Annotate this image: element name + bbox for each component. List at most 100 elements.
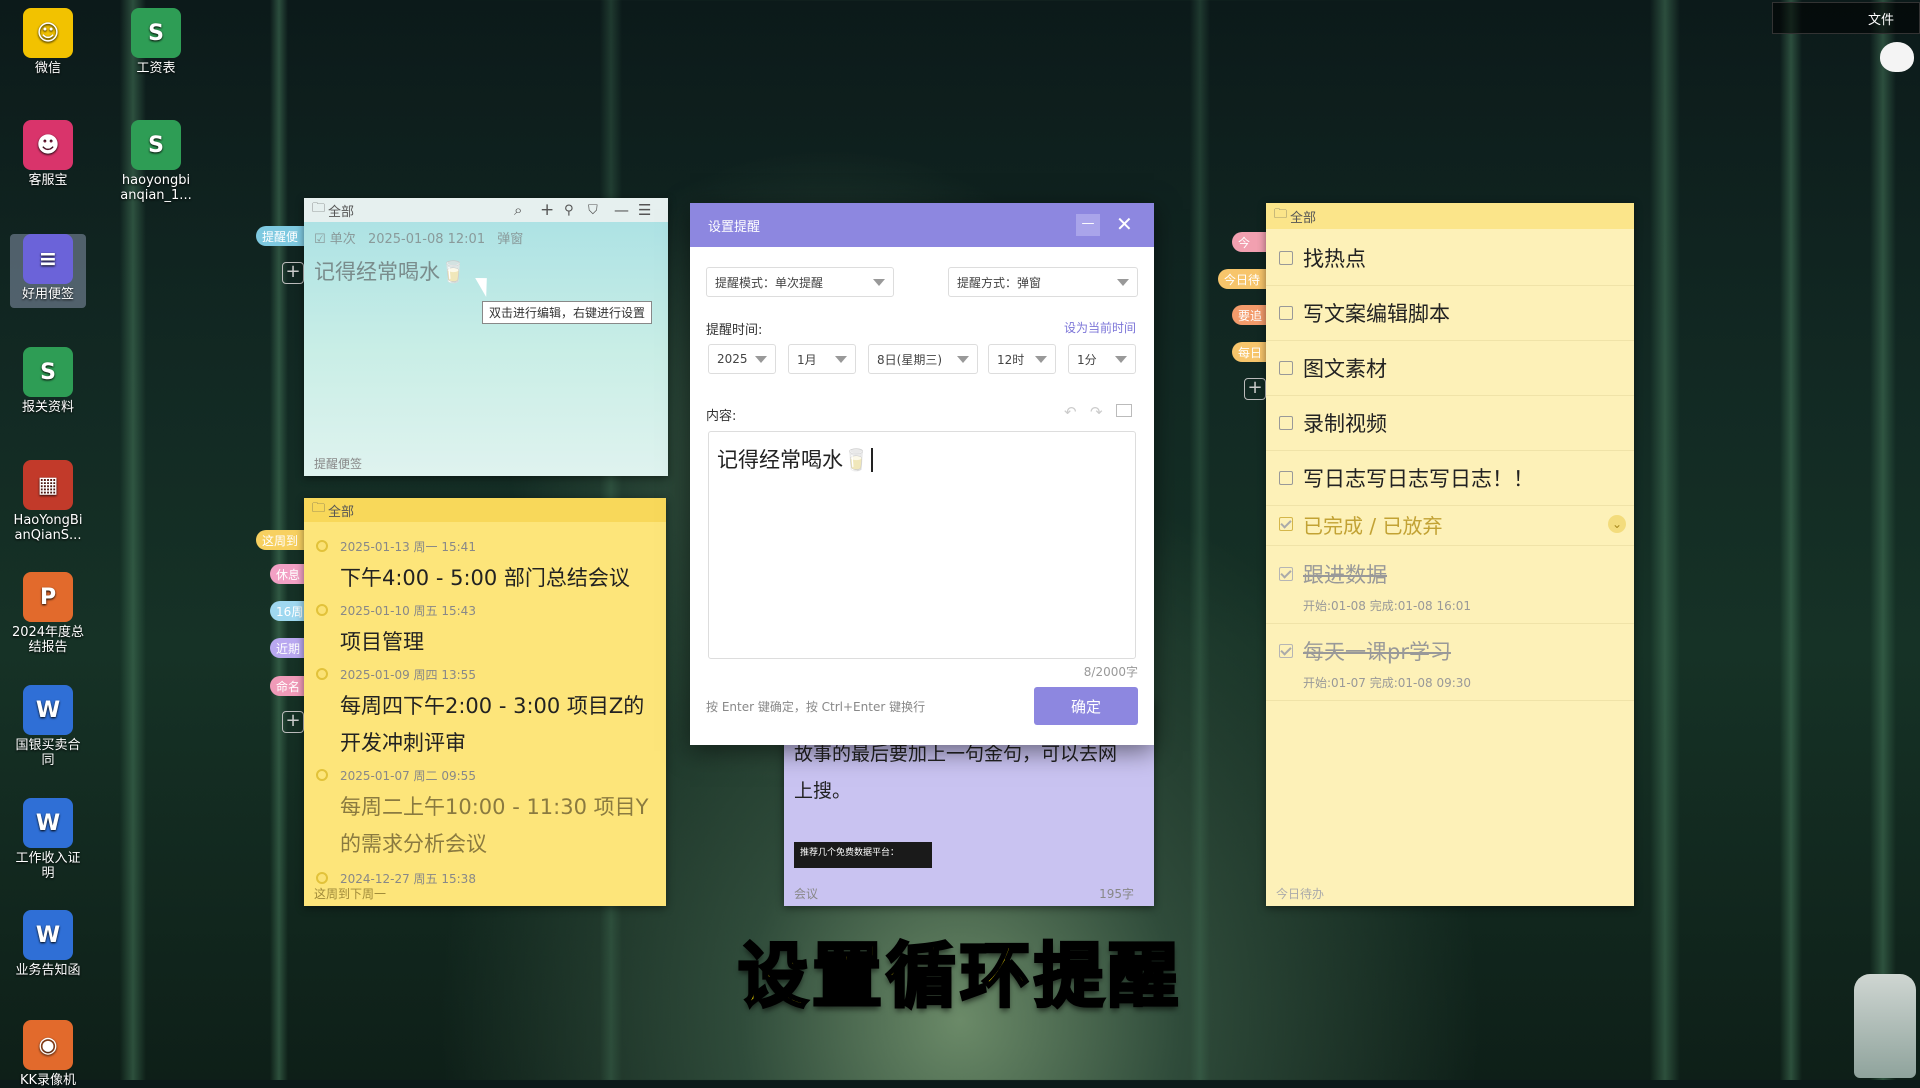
desktop-icon[interactable]: ▦ HaoYongBianQianS... (10, 460, 86, 543)
confirm-button[interactable]: 确定 (1034, 687, 1138, 725)
todo-item[interactable]: 录制视频 (1266, 396, 1634, 451)
content-textarea[interactable]: 记得经常喝水🥛 (708, 431, 1136, 659)
folder-label[interactable]: 全部 (328, 201, 354, 220)
todo-note[interactable]: 🗀 全部 找热点写文案编辑脚本图文素材 录制视频写日志写日志写日志！！ 已完成 /… (1266, 203, 1634, 906)
done-item-meta: 开始:01-07 完成:01-08 09:30 (1303, 676, 1472, 690)
todo-item[interactable]: 找热点 (1266, 231, 1634, 286)
set-now-link[interactable]: 设为当前时间 (1064, 319, 1136, 336)
undo-icon[interactable]: ↶ (1064, 403, 1077, 421)
image-icon[interactable] (1116, 404, 1132, 417)
desktop-icon[interactable]: ☺ 微信 (10, 8, 86, 76)
note-footer-left: 会议 (794, 887, 819, 901)
close-button[interactable]: ✕ (1116, 212, 1133, 236)
todo-label: 写日志写日志写日志！！ (1303, 467, 1534, 491)
checkbox[interactable] (1279, 361, 1293, 375)
minimize-button[interactable]: — (1076, 214, 1100, 236)
event-text[interactable]: 项目管理 (340, 624, 660, 661)
done-item[interactable]: 每天一课pr学习 开始:01-07 完成:01-08 09:30 (1266, 624, 1634, 701)
folder-icon: 🗀 (312, 501, 326, 516)
app-icon: S (131, 8, 181, 58)
desktop-icon-label: KK录像机 (19, 1073, 77, 1088)
desktop-icon[interactable]: S 工资表 (118, 8, 194, 76)
desktop-icon[interactable]: ◉ KK录像机 (10, 1020, 86, 1088)
event-text[interactable]: 每周四下午2:00 - 3:00 项目Z的开发冲刺评审 (340, 688, 660, 762)
mode-select[interactable]: 提醒模式：单次提醒 (706, 267, 894, 297)
cat-avatar-icon[interactable] (1880, 42, 1914, 72)
checkbox[interactable] (1279, 416, 1293, 430)
note-content[interactable]: 记得经常喝水🥛 (314, 256, 466, 286)
checkbox[interactable] (1279, 567, 1293, 581)
desktop-icon-label: 国银买卖合同 (15, 738, 81, 768)
calendar-note[interactable]: 🗀 全部 2025-01-13 周一 15:41 下午4:00 - 5:00 部门… (304, 498, 666, 906)
todo-item[interactable]: 写文案编辑脚本 (1266, 286, 1634, 341)
day-select[interactable]: 8日(星期三) (868, 344, 978, 374)
hour-select[interactable]: 12时 (988, 344, 1056, 374)
todo-item[interactable]: 图文素材 (1266, 341, 1634, 396)
todo-item[interactable]: 写日志写日志写日志！！ (1266, 451, 1634, 506)
checkbox[interactable] (1279, 471, 1293, 485)
desktop-icon[interactable]: W 工作收入证明 (10, 798, 86, 881)
app-icon: W (23, 798, 73, 848)
note-thumbnail[interactable]: 推荐几个免费数据平台： (794, 842, 932, 868)
meta-type: 单次 (329, 232, 356, 247)
pin-icon[interactable]: ⚲ (564, 203, 574, 218)
note-footer-right: 195字 (1099, 887, 1134, 901)
skin-icon[interactable]: ⛉ (588, 203, 598, 218)
hint-text: 按 Enter 键确定，按 Ctrl+Enter 键换行 (706, 700, 926, 714)
checkbox[interactable] (1279, 306, 1293, 320)
desktop-icon[interactable]: ≡ 好用便签 (10, 234, 86, 308)
folder-label[interactable]: 全部 (328, 501, 354, 520)
app-icon: ☺ (23, 8, 73, 58)
event-dot-icon[interactable] (316, 668, 328, 680)
desktop-icon-label: 工作收入证明 (15, 851, 81, 881)
folder-label[interactable]: 全部 (1290, 207, 1316, 226)
desktop-icon-label: 客服宝 (28, 173, 68, 188)
chevron-down-icon[interactable]: ⌄ (1608, 515, 1626, 533)
bamboo-stalk (1780, 0, 1802, 1080)
char-counter: 8/2000字 (1083, 665, 1138, 679)
side-tag[interactable]: 这周到 (256, 530, 308, 550)
desktop-icon-label: haoyongbianqian_1... (120, 173, 192, 203)
checkbox[interactable] (1279, 644, 1293, 658)
menu-icon[interactable]: ☰ (638, 201, 651, 219)
done-item-body: 跟进数据 开始:01-08 完成:01-08 16:01 (1303, 559, 1471, 614)
desktop-icon[interactable]: ☻ 客服宝 (10, 120, 86, 188)
desktop-icon-label: 工资表 (136, 61, 176, 76)
method-select[interactable]: 提醒方式：弹窗 (948, 267, 1138, 297)
checkbox[interactable] (1279, 251, 1293, 265)
file-label[interactable]: 文件 (1868, 9, 1894, 28)
event-dot-icon[interactable] (316, 540, 328, 552)
done-item[interactable]: 跟进数据 开始:01-08 完成:01-08 16:01 (1266, 547, 1634, 624)
desktop-icon[interactable]: Shaoyongbianqian_1... (118, 120, 194, 203)
note-text[interactable]: 故事的最后要加上一句金句，可以去网上搜。 (794, 736, 1134, 810)
redo-icon[interactable]: ↷ (1090, 403, 1103, 421)
year-select[interactable]: 2025 (708, 344, 776, 374)
mascot-trash-icon[interactable] (1854, 974, 1916, 1078)
done-header[interactable]: 已完成 / 已放弃 ⌄ (1266, 503, 1634, 546)
event-text[interactable]: 下午4:00 - 5:00 部门总结会议 (340, 560, 660, 597)
desktop-icon[interactable]: W 国银买卖合同 (10, 685, 86, 768)
event-date: 2025-01-07 周二 09:55 (340, 769, 476, 783)
event-text[interactable]: 每周二上午10:00 - 11:30 项目Y的需求分析会议 (340, 789, 660, 863)
minimize-icon[interactable]: — (614, 201, 629, 219)
desktop-icon-label: HaoYongBianQianS... (13, 513, 83, 543)
add-note-icon[interactable]: + (282, 711, 304, 733)
note-header: 🗀 全部 (1266, 203, 1634, 229)
minute-select[interactable]: 1分 (1068, 344, 1136, 374)
desktop-icon[interactable]: S 报关资料 (10, 347, 86, 415)
event-dot-icon[interactable] (316, 872, 328, 884)
event-dot-icon[interactable] (316, 604, 328, 616)
add-note-icon[interactable]: + (1244, 378, 1266, 400)
todo-label: 写文案编辑脚本 (1303, 302, 1450, 326)
reminder-note[interactable]: 🗀 全部 ⌕ + ⚲ ⛉ — ☰ ☑ 单次 2025-01-08 12:01 弹… (304, 198, 668, 476)
event-dot-icon[interactable] (316, 769, 328, 781)
add-icon[interactable]: + (540, 200, 554, 220)
search-icon[interactable]: ⌕ (514, 201, 522, 219)
done-checkbox-icon (1279, 517, 1293, 531)
add-note-icon[interactable]: + (282, 262, 304, 284)
desktop-icon[interactable]: P 2024年度总结报告 (10, 572, 86, 655)
app-icon: ◉ (23, 1020, 73, 1070)
month-select[interactable]: 1月 (788, 344, 856, 374)
app-icon: ☻ (23, 120, 73, 170)
dialog-titlebar[interactable]: 设置提醒 — ✕ (690, 203, 1154, 247)
